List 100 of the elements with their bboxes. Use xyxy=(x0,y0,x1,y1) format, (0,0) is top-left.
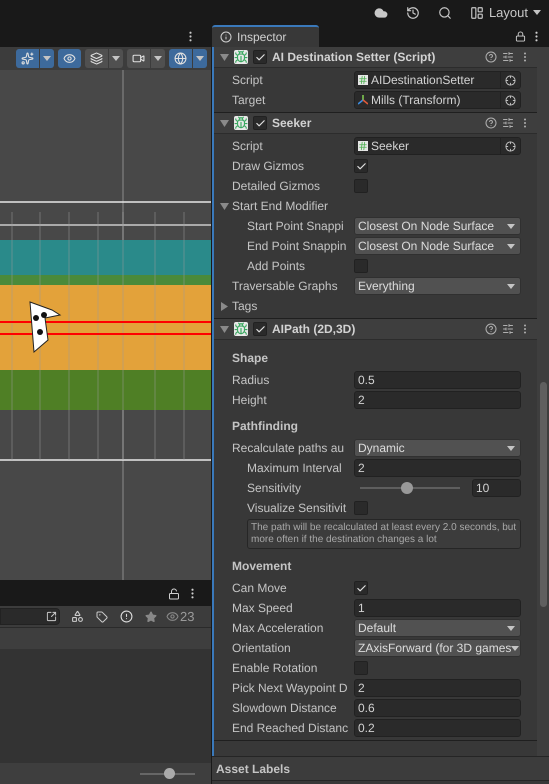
field-label: Traversable Graphs xyxy=(232,278,339,295)
expanded-arrow-icon[interactable] xyxy=(220,324,229,334)
script-file-icon xyxy=(358,75,368,85)
dropdown-caret-icon xyxy=(511,646,520,650)
section-header: Shape xyxy=(232,350,268,367)
script-component-icon xyxy=(234,50,248,64)
inspector-tab[interactable]: Inspector xyxy=(212,25,319,47)
star-icon[interactable] xyxy=(145,610,157,622)
scene-toggle-button[interactable] xyxy=(85,49,108,68)
field-label: Start Point Snappi xyxy=(247,218,345,235)
lock-icon[interactable] xyxy=(168,588,180,600)
object-field[interactable]: AIDestinationSetter xyxy=(354,71,521,89)
asset-labels-title: Asset Labels xyxy=(216,760,290,778)
zoom-slider-thumb[interactable] xyxy=(164,768,176,779)
checkbox[interactable] xyxy=(354,159,368,173)
dropdown-caret-icon xyxy=(507,284,515,288)
dropdown[interactable]: ZAxisForward (for 3D games xyxy=(354,639,521,657)
dropdown-caret-icon xyxy=(112,56,120,61)
dropdown[interactable]: Everything xyxy=(354,277,521,295)
dropdown-caret-icon xyxy=(154,56,162,61)
component-header[interactable]: Seeker xyxy=(214,113,537,134)
component-title: AIPath (2D,3D) xyxy=(272,321,356,338)
field-label: End Reached Distanc xyxy=(232,720,350,737)
scene-toggle-button[interactable] xyxy=(58,49,81,68)
lock-icon[interactable] xyxy=(515,30,526,42)
layout-icon xyxy=(470,6,484,20)
component-header[interactable]: AIPath (2D,3D) xyxy=(214,319,537,340)
eye-icon xyxy=(166,610,179,623)
presets-icon[interactable] xyxy=(502,323,514,335)
field-label: Draw Gizmos xyxy=(232,158,306,175)
number-field[interactable]: 2 xyxy=(354,459,521,477)
field-label: Enable Rotation xyxy=(232,660,318,677)
number-field[interactable]: 0.5 xyxy=(354,371,521,389)
scene-toggle-button[interactable] xyxy=(16,49,39,68)
checkbox[interactable] xyxy=(253,322,267,336)
expand-icon[interactable] xyxy=(46,611,57,622)
dropdown-caret-icon xyxy=(533,10,541,15)
foldout-label[interactable]: Tags xyxy=(232,297,258,315)
dropdown-button[interactable] xyxy=(40,49,54,68)
search-field[interactable] xyxy=(0,608,60,625)
dropdown[interactable]: Closest On Node Surface xyxy=(354,217,521,235)
object-field[interactable]: Seeker xyxy=(354,137,521,155)
dropdown-button[interactable] xyxy=(109,49,123,68)
dropdown[interactable]: Closest On Node Surface xyxy=(354,237,521,255)
checkbox[interactable] xyxy=(253,116,267,130)
info-icon xyxy=(220,31,232,43)
field-label: Detailed Gizmos xyxy=(232,178,322,195)
help-icon[interactable] xyxy=(485,117,497,129)
zoom-slider-track[interactable] xyxy=(140,768,195,779)
number-field[interactable]: 0.2 xyxy=(354,719,521,737)
slider-thumb[interactable] xyxy=(401,482,413,494)
check-icon xyxy=(254,118,266,128)
field-label: Script xyxy=(232,138,264,155)
search-icon[interactable] xyxy=(438,6,452,20)
component-header[interactable]: AI Destination Setter (Script) xyxy=(214,47,537,68)
hidden-packages-button[interactable]: 23 xyxy=(166,606,194,626)
check-icon xyxy=(356,582,366,594)
number-field[interactable]: 1 xyxy=(354,599,521,617)
transform-axes-icon xyxy=(358,95,368,105)
history-icon[interactable] xyxy=(406,6,420,20)
help-icon[interactable] xyxy=(485,323,497,335)
presets-icon[interactable] xyxy=(502,117,514,129)
dropdown[interactable]: Dynamic xyxy=(354,439,521,457)
object-field[interactable]: Mills (Transform) xyxy=(354,91,521,109)
checkbox[interactable] xyxy=(354,581,368,595)
tag-icon[interactable] xyxy=(96,610,108,622)
dropdown-caret-icon xyxy=(507,446,515,450)
presets-icon[interactable] xyxy=(502,51,514,63)
expanded-arrow-icon[interactable] xyxy=(220,118,229,128)
expanded-arrow-icon[interactable] xyxy=(220,52,229,62)
field-label: Target xyxy=(232,92,266,109)
field-label: Radius xyxy=(232,372,270,389)
layout-dropdown[interactable]: Layout xyxy=(470,2,541,22)
field-label: Orientation xyxy=(232,640,292,657)
field-label: Visualize Sensitivit xyxy=(247,500,348,517)
help-icon[interactable] xyxy=(485,51,497,63)
collapsed-arrow-icon[interactable] xyxy=(220,302,229,310)
expanded-arrow-icon[interactable] xyxy=(220,202,229,210)
field-label: Recalculate paths au xyxy=(232,440,346,457)
foldout-label[interactable]: Start End Modifier xyxy=(232,197,328,215)
target-icon xyxy=(505,140,516,152)
script-file-icon xyxy=(358,141,368,151)
number-field[interactable]: 2 xyxy=(354,391,521,409)
scene-toggle-button[interactable] xyxy=(127,49,150,68)
scene-toggle-button[interactable] xyxy=(169,49,192,68)
dropdown-button[interactable] xyxy=(193,49,207,68)
dropdown-button[interactable] xyxy=(151,49,165,68)
number-field[interactable]: 10 xyxy=(472,479,521,497)
number-field[interactable]: 0.6 xyxy=(354,699,521,717)
dropdown-caret-icon xyxy=(507,244,515,248)
checkbox[interactable] xyxy=(253,50,267,64)
number-field[interactable]: 2 xyxy=(354,679,521,697)
cloud-icon[interactable] xyxy=(374,6,388,20)
shapes-icon[interactable] xyxy=(71,610,84,623)
scrollbar[interactable] xyxy=(537,47,549,756)
eye-icon xyxy=(63,52,76,65)
alert-icon[interactable] xyxy=(120,610,133,623)
dropdown[interactable]: Default xyxy=(354,619,521,637)
check-icon xyxy=(254,324,266,334)
object-field-value: Mills (Transform) xyxy=(371,92,462,109)
